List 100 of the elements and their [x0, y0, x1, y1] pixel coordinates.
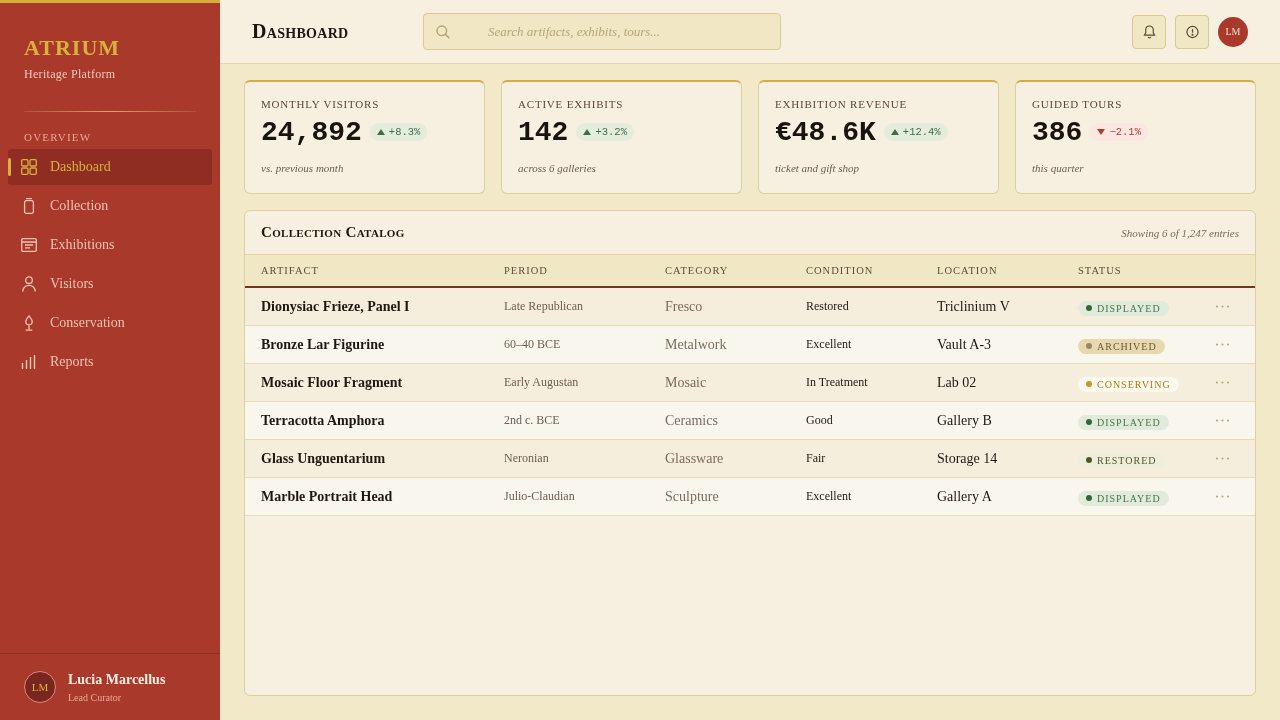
column-header: CATEGORY: [665, 265, 730, 276]
condition-cell: Restored: [806, 299, 849, 313]
stat-value: 386: [1032, 116, 1083, 148]
triangle-up-icon: [890, 129, 899, 135]
catalog-title: Collection Catalog: [261, 224, 405, 241]
location-cell: Vault A-3: [937, 336, 992, 352]
person-icon: [21, 276, 37, 292]
category-cell: Metalwork: [665, 336, 727, 352]
artifact-cell: Dionysiac Frieze, Panel I: [261, 298, 410, 314]
stat-note: ticket and gift shop: [775, 162, 860, 174]
brand-tagline: Heritage Platform: [24, 67, 117, 82]
profile-avatar[interactable]: LM: [1218, 16, 1248, 47]
user-role: Lead Curator: [68, 692, 123, 703]
artifact-cell: Bronze Lar Figurine: [261, 336, 385, 352]
info-icon: [1185, 24, 1199, 39]
nav-item[interactable]: Conservation: [8, 305, 212, 341]
row-actions-button[interactable]: [1215, 341, 1230, 348]
column-header: LOCATION: [937, 265, 999, 276]
status-label: ARCHIVED: [1097, 340, 1157, 352]
notifications-button[interactable]: [1132, 14, 1166, 49]
period-cell: Julio-Claudian: [504, 489, 575, 503]
artifact-cell: Glass Unguentarium: [261, 450, 386, 466]
nav-item[interactable]: Collection: [8, 188, 212, 224]
period-cell: 60–40 BCE: [504, 337, 561, 351]
stat-label: GUIDED TOURS: [1032, 97, 1124, 111]
stat-label: MONTHLY VISITORS: [261, 97, 381, 111]
nav-section-label: OVERVIEW: [24, 131, 92, 143]
column-header: ARTIFACT: [261, 265, 320, 276]
user-name: Lucia Marcellus: [68, 671, 166, 688]
info-button[interactable]: [1175, 14, 1209, 49]
location-cell: Gallery A: [937, 488, 992, 504]
column-header: STATUS: [1078, 265, 1123, 276]
stat-note: this quarter: [1032, 162, 1085, 174]
stat-note: vs. previous month: [261, 162, 345, 174]
more-icon: [1215, 381, 1230, 384]
triangle-up-icon: [583, 129, 592, 135]
location-cell: Lab 02: [937, 374, 977, 390]
status-label: CONSERVING: [1097, 378, 1171, 390]
status-dot-icon: [1086, 305, 1092, 312]
search-icon: [436, 25, 450, 39]
more-icon: [1215, 495, 1230, 498]
nav-item[interactable]: Exhibitions: [8, 227, 212, 263]
artifact-cell: Marble Portrait Head: [261, 488, 393, 504]
category-cell: Fresco: [665, 298, 703, 314]
stat-value: 142: [518, 116, 569, 148]
row-actions-button[interactable]: [1215, 379, 1230, 386]
location-cell: Gallery B: [937, 412, 992, 428]
status-dot-icon: [1086, 457, 1092, 464]
artifact-cell: Mosaic Floor Fragment: [261, 374, 403, 390]
stat-value: 24,892: [261, 116, 362, 148]
triangle-up-icon: [376, 129, 385, 135]
artifact-cell: Terracotta Amphora: [261, 412, 385, 428]
grid-icon: [21, 159, 37, 175]
period-cell: Late Republican: [504, 299, 583, 313]
page-title: Dashboard: [252, 20, 350, 43]
column-header: PERIOD: [504, 265, 549, 276]
status-label: DISPLAYED: [1097, 492, 1161, 504]
more-icon: [1215, 419, 1230, 422]
category-cell: Sculpture: [665, 488, 719, 504]
jar-icon: [21, 198, 37, 214]
change-value: −2.1%: [1109, 126, 1141, 138]
change-value: +8.3%: [388, 126, 421, 138]
row-actions-button[interactable]: [1215, 417, 1230, 424]
stat-label: EXHIBITION REVENUE: [775, 97, 909, 111]
nav-item[interactable]: Visitors: [8, 266, 212, 302]
nav-item[interactable]: Dashboard: [8, 149, 212, 185]
status-dot-icon: [1086, 343, 1092, 350]
bell-icon: [1142, 24, 1156, 39]
status-dot-icon: [1086, 495, 1092, 502]
more-icon: [1215, 305, 1230, 308]
condition-cell: Fair: [806, 451, 826, 465]
user-avatar: LM: [24, 671, 56, 703]
row-actions-button[interactable]: [1215, 493, 1230, 500]
change-value: +12.4%: [902, 126, 941, 138]
stat-label: ACTIVE EXHIBITS: [518, 97, 625, 111]
condition-cell: In Treatment: [806, 375, 868, 389]
location-cell: Triclinium V: [937, 298, 1010, 314]
status-label: RESTORED: [1097, 454, 1157, 466]
category-cell: Mosaic: [665, 374, 707, 390]
column-header: CONDITION: [806, 265, 875, 276]
change-value: +3.2%: [595, 126, 627, 138]
condition-cell: Excellent: [806, 489, 852, 503]
more-icon: [1215, 457, 1230, 460]
nav-item[interactable]: Reports: [8, 344, 212, 380]
stat-note: across 6 galleries: [518, 162, 597, 174]
category-cell: Ceramics: [665, 412, 718, 428]
period-cell: 2nd c. BCE: [504, 413, 560, 427]
location-cell: Storage 14: [937, 450, 998, 466]
row-actions-button[interactable]: [1215, 303, 1230, 310]
more-icon: [1215, 343, 1230, 346]
condition-cell: Good: [806, 413, 833, 427]
category-cell: Glassware: [665, 450, 724, 466]
entries-summary: Showing 6 of 1,247 entries: [1121, 226, 1239, 239]
condition-cell: Excellent: [806, 337, 852, 351]
row-actions-button[interactable]: [1215, 455, 1230, 462]
search-field[interactable]: Search artifacts, exhibits, tours...: [423, 13, 781, 50]
bar-chart-icon: [21, 354, 37, 370]
status-label: DISPLAYED: [1097, 416, 1161, 428]
status-dot-icon: [1086, 419, 1092, 426]
panel-icon: [21, 237, 37, 253]
